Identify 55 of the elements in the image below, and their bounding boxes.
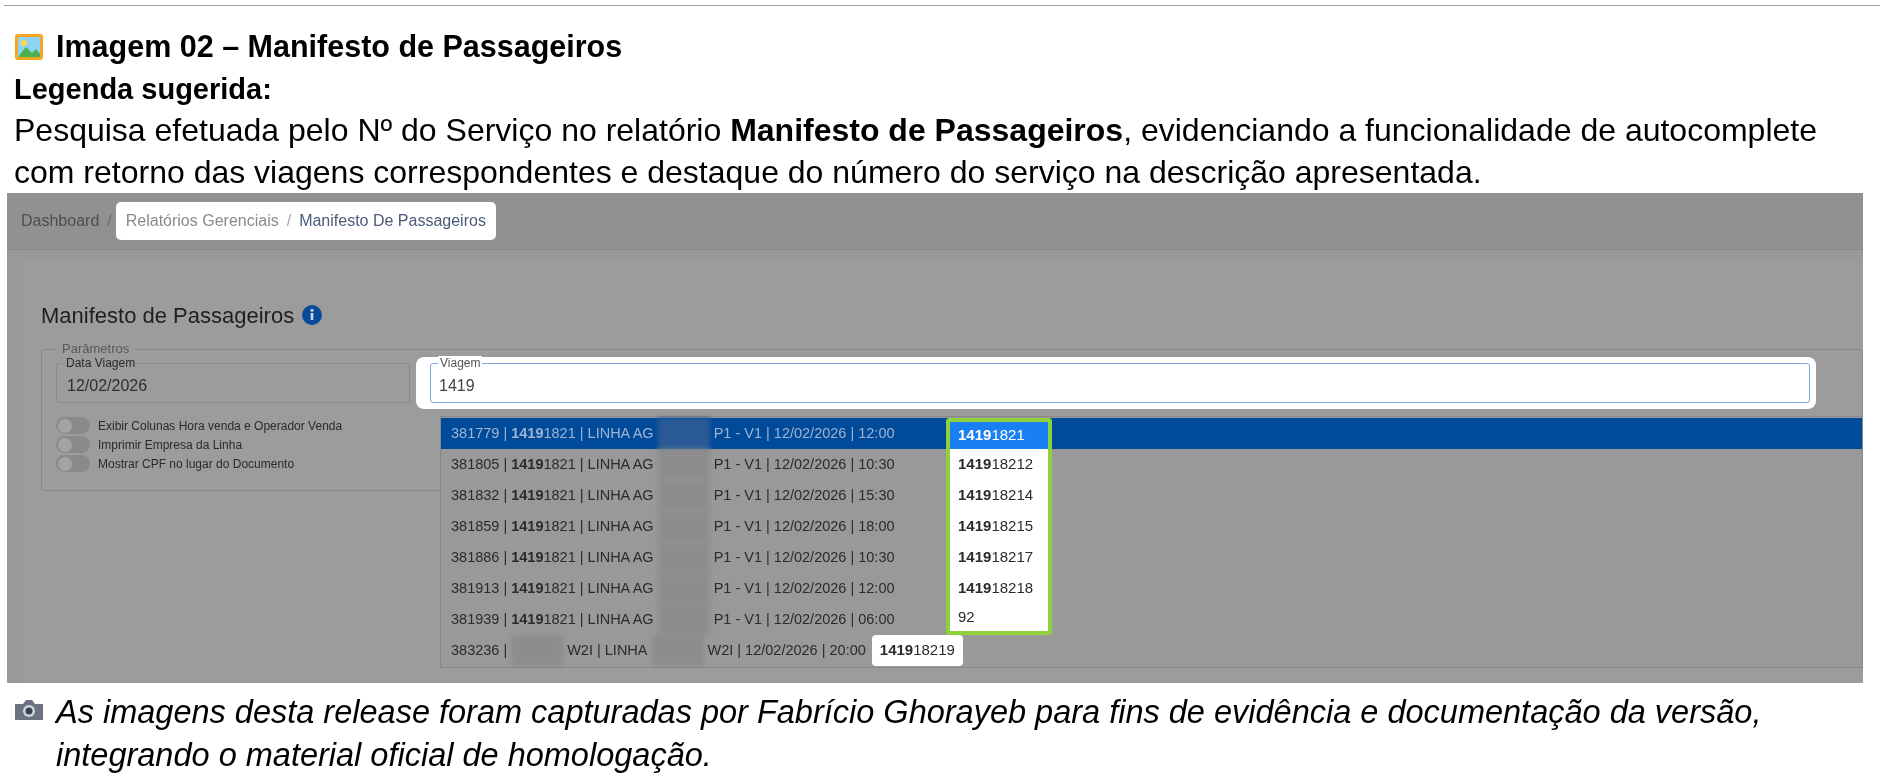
redaction-blur [657, 449, 710, 480]
suggestion-item[interactable]: 381939 | 14191821 | LINHA AG P1 - V1 | 12/02/2026 | 06:00 92 [441, 604, 1862, 635]
suggestion-item[interactable]: 381805 | 14191821 | LINHA AG P1 - V1 | 12/02/2026 | 10:30 141918212 [441, 449, 1862, 480]
suggestion-item[interactable]: 381779 | 14191821 | LINHA AG P1 - V1 | 12/02/2026 | 12:00 14191821 [441, 418, 1862, 449]
suggestion-text: P1 - V1 | 12/02/2026 | 06:00 [713, 609, 895, 629]
suggestion-text: 381805 | 14191821 | LINHA AG [451, 454, 654, 474]
suggestion-text: P1 - V1 | 12/02/2026 | 12:00 [713, 578, 895, 598]
service-code: 141918219 [871, 635, 963, 666]
suggestion-text: W2I | LINHA [567, 640, 648, 660]
breadcrumb-link[interactable]: Manifesto De Passageiros [295, 209, 490, 233]
service-code: 141918212 [946, 449, 1052, 480]
toggle-switch[interactable] [56, 436, 90, 453]
page-title: Manifesto de Passageiros [41, 301, 295, 330]
breadcrumb-link[interactable]: Relatórios Gerenciais [121, 209, 283, 233]
service-code: 141918217 [946, 542, 1052, 573]
toggle-label: Exibir Colunas Hora venda e Operador Venda [98, 417, 343, 435]
service-code: 141918214 [946, 480, 1052, 511]
service-code: 92 [946, 604, 1052, 635]
field-label: Data Viagem [64, 356, 138, 370]
redaction-blur [657, 418, 710, 449]
suggestion-text: 381779 | 14191821 | LINHA AG [451, 423, 654, 443]
description-text: Pesquisa efetuada pelo Nº do Serviço no relatório Manifesto de Passageiros, evidenciando a funcionalidade de autocomplete com retorno das viagens correspondentes e destaque do número do serviço na descrição apresentada. [14, 111, 1818, 192]
document-title: Imagem 02 – Manifesto de Passageiros [56, 28, 623, 66]
suggestion-text: 381859 | 14191821 | LINHA AG [451, 516, 654, 536]
suggestion-item[interactable]: 381913 | 14191821 | LINHA AG P1 - V1 | 12/02/2026 | 12:00 141918218 [441, 573, 1862, 604]
breadcrumb-separator: / [285, 211, 293, 231]
caption-text: As imagens desta release foram capturadas por Fabrício Ghorayeb para fins de evidência e documentação da versão, integrando o material oficial de homologação. [56, 693, 1763, 775]
suggestion-text: 381939 | 14191821 | LINHA AG [451, 609, 654, 629]
suggestion-item[interactable]: 383236 | W2I | LINHA W2I | 12/02/2026 | 20:00 141918219 [441, 635, 1862, 666]
toggle-switch[interactable] [56, 417, 90, 434]
service-code: 141918215 [946, 511, 1052, 542]
camera-icon [14, 699, 44, 721]
breadcrumb-separator: / [106, 211, 113, 231]
suggestion-text: P1 - V1 | 12/02/2026 | 10:30 [713, 547, 895, 567]
suggestion-item[interactable]: 381859 | 14191821 | LINHA AG P1 - V1 | 12/02/2026 | 18:00 141918215 [441, 511, 1862, 542]
service-code: 14191821 [946, 418, 1052, 449]
legend-label: Legenda sugerida: [14, 72, 272, 107]
toggle-label: Mostrar CPF no lugar do Documento [98, 455, 295, 473]
info-icon [302, 305, 323, 325]
suggestion-text: P1 - V1 | 12/02/2026 | 18:00 [713, 516, 895, 536]
suggestion-text: P1 - V1 | 12/02/2026 | 12:00 [713, 423, 895, 443]
suggestion-text: 383236 | [451, 640, 508, 660]
field-label: Viagem [438, 356, 483, 370]
suggestion-text: 381886 | 14191821 | LINHA AG [451, 547, 654, 567]
service-code: 141918218 [946, 573, 1052, 604]
image-icon [14, 33, 44, 61]
suggestion-text: W2I | 12/02/2026 | 20:00 [707, 640, 866, 660]
suggestion-text: P1 - V1 | 12/02/2026 | 10:30 [713, 454, 895, 474]
toggle-label: Imprimir Empresa da Linha [98, 436, 243, 454]
suggestion-text: 381832 | 14191821 | LINHA AG [451, 485, 654, 505]
suggestion-item[interactable]: 381832 | 14191821 | LINHA AG P1 - V1 | 12/02/2026 | 15:30 141918214 [441, 480, 1862, 511]
suggestion-text: 381913 | 14191821 | LINHA AG [451, 578, 654, 598]
toggle-switch[interactable] [56, 455, 90, 472]
suggestion-text: P1 - V1 | 12/02/2026 | 15:30 [713, 485, 895, 505]
suggestion-item[interactable]: 381886 | 14191821 | LINHA AG P1 - V1 | 12/02/2026 | 10:30 141918217 [441, 542, 1862, 573]
